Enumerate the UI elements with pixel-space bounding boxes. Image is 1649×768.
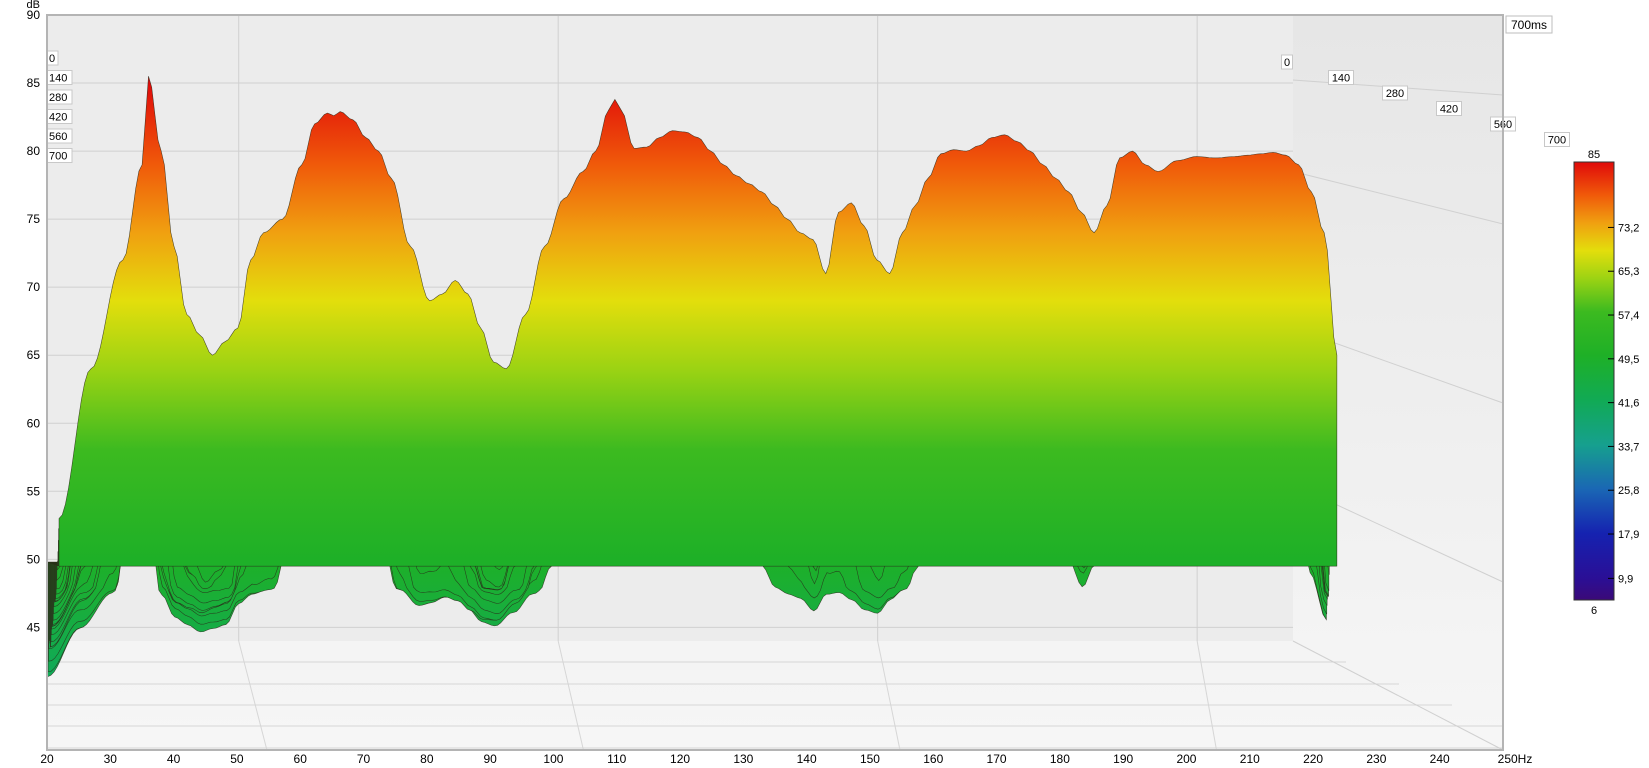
x-tick-label: 60 [294, 752, 308, 766]
y-tick-label: 75 [27, 212, 41, 226]
y-axis: 90858075706560555045dB [27, 0, 41, 634]
time-tick-label: 280 [49, 92, 67, 104]
time-tick-label: 0 [1284, 57, 1290, 69]
x-tick-label: 120 [670, 752, 690, 766]
x-tick-label: 180 [1050, 752, 1070, 766]
time-tick-label: 700 [1548, 135, 1566, 147]
time-tick-left: 560 [46, 128, 73, 144]
time-tick-right: 140 [1328, 70, 1354, 85]
y-tick-label: 85 [27, 76, 41, 90]
colorbar-tick-label: 9,9 [1618, 573, 1633, 585]
time-tick-label: 140 [49, 73, 67, 85]
x-tick-label: 110 [607, 752, 626, 766]
colorbar-tick-label: 17,9 [1618, 529, 1639, 541]
x-tick-label: 250Hz [1498, 752, 1533, 766]
x-tick-label: 160 [923, 752, 943, 766]
x-tick-label: 170 [987, 752, 1007, 766]
colorbar-tick-label: 73,2 [1618, 222, 1639, 234]
waterfall-chart: 0 0140 140280 280420420560560700700 9085807… [27, 0, 1640, 766]
time-range-box: 700ms [1505, 15, 1553, 34]
colorbar-tick-label: 49,5 [1618, 354, 1639, 366]
x-tick-label: 90 [483, 752, 497, 766]
x-tick-label: 70 [357, 752, 371, 766]
x-tick-label: 50 [230, 752, 244, 766]
colorbar-tick-label: 41,6 [1618, 398, 1639, 410]
time-tick-label: 0 [49, 53, 55, 65]
time-tick-label: 700 [49, 151, 67, 163]
colorbar-tick-label: 33,7 [1618, 441, 1639, 453]
time-tick-left: 280 [46, 89, 73, 105]
x-tick-label: 20 [40, 752, 54, 766]
x-tick-label: 30 [104, 752, 118, 766]
time-tick-label: 560 [49, 131, 67, 143]
colorbar-tick-label: 65,3 [1618, 266, 1639, 278]
y-tick-label: 80 [27, 144, 41, 158]
y-axis-unit: dB [27, 0, 40, 11]
colorbar-min-label: 6 [1591, 605, 1597, 617]
x-tick-label: 130 [733, 752, 753, 766]
y-tick-label: 50 [27, 552, 41, 566]
time-tick-left: 420 [46, 109, 73, 124]
x-tick-label: 140 [797, 752, 817, 766]
x-tick-label: 190 [1113, 752, 1133, 766]
x-tick-label: 200 [1176, 752, 1196, 766]
x-tick-label: 220 [1303, 752, 1323, 766]
x-tick-label: 240 [1430, 752, 1450, 766]
time-tick-left: 140 [46, 70, 73, 85]
x-axis: 20 30 40 50 60 70 80 90 100 110 120 130 140 150 160 170… [40, 752, 1532, 766]
time-tick-label: 420 [1440, 104, 1458, 116]
colorbar: 85 6 73,2 65,3 57,4 49,5 41,6 33,7 25,8 17,9 9,9 [1573, 149, 1639, 617]
time-tick-right: 280 [1382, 85, 1408, 101]
time-tick-right: 0 [1281, 54, 1293, 70]
time-tick-left: 0 [46, 50, 59, 66]
y-tick-label: 60 [27, 416, 41, 430]
y-tick-label: 45 [27, 620, 41, 634]
y-tick-label: 70 [27, 280, 41, 294]
time-tick-label: 420 [49, 112, 67, 124]
time-tick-right: 420 [1436, 101, 1462, 116]
x-tick-label: 40 [167, 752, 181, 766]
time-tick-label: 280 [1386, 88, 1404, 100]
x-tick-label: 150 [860, 752, 880, 766]
colorbar-tick-label: 25,8 [1618, 485, 1639, 497]
time-tick-right: 700 [1544, 132, 1570, 147]
time-tick-label: 140 [1332, 73, 1350, 85]
x-tick-label: 100 [543, 752, 563, 766]
x-tick-label: 80 [420, 752, 434, 766]
time-range-label: 700ms [1511, 18, 1547, 32]
x-tick-label: 230 [1366, 752, 1386, 766]
colorbar-tick-label: 57,4 [1618, 310, 1639, 322]
y-tick-label: 65 [27, 348, 41, 362]
time-tick-left: 700 [46, 148, 73, 163]
colorbar-max-label: 85 [1588, 149, 1600, 161]
x-tick-label: 210 [1240, 752, 1260, 766]
y-tick-label: 55 [27, 484, 41, 498]
